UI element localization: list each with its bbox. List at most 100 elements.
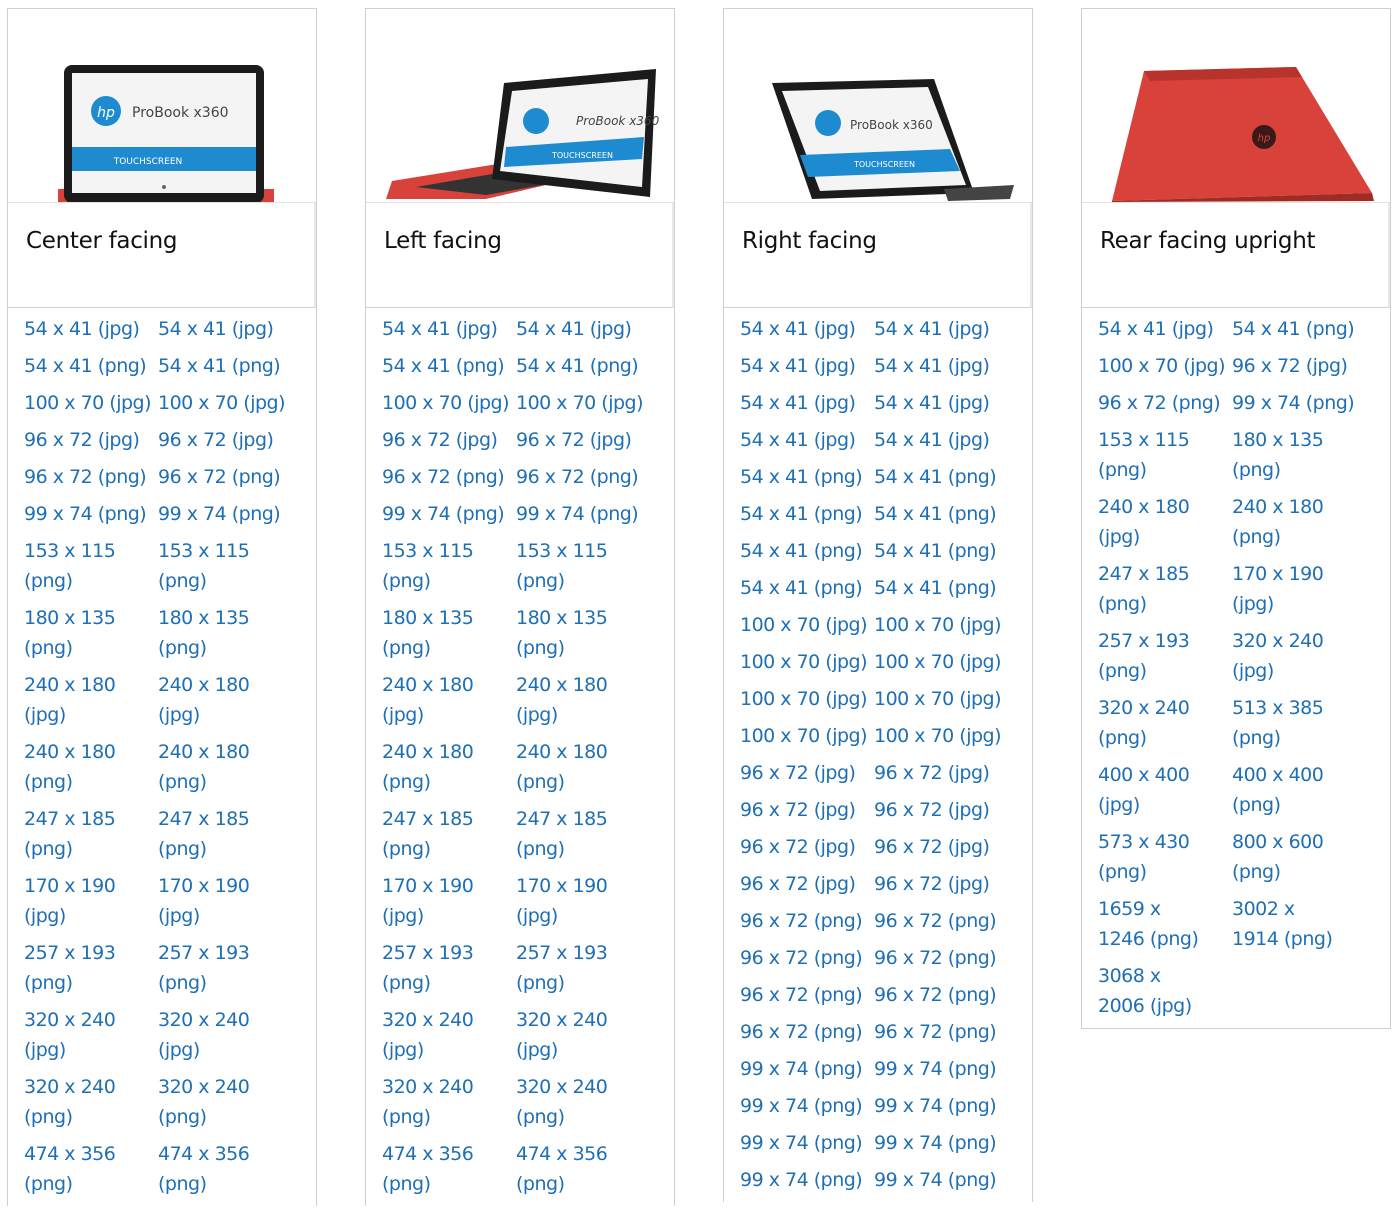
image-download-link[interactable]: 170 x 190 (jpg) (382, 871, 516, 931)
image-download-link[interactable]: 474 x 356 (png) (382, 1139, 516, 1199)
image-download-link[interactable]: 54 x 41 (png) (1232, 314, 1366, 344)
image-download-link[interactable]: 99 x 74 (png) (874, 1091, 1008, 1121)
image-download-link[interactable]: 320 x 240 (png) (382, 1072, 516, 1132)
image-download-link[interactable]: 54 x 41 (png) (740, 536, 874, 566)
image-download-link[interactable]: 54 x 41 (png) (874, 462, 1008, 492)
image-download-link[interactable]: 180 x 135 (png) (382, 603, 516, 663)
image-download-link[interactable]: 240 x 180 (jpg) (24, 670, 158, 730)
image-download-link[interactable]: 54 x 41 (jpg) (874, 425, 1008, 455)
image-download-link[interactable]: 54 x 41 (png) (740, 462, 874, 492)
image-download-link[interactable]: 573 x 430 (png) (1098, 827, 1232, 887)
image-download-link[interactable]: 54 x 41 (png) (874, 573, 1008, 603)
image-download-link[interactable]: 257 x 193 (png) (158, 938, 292, 998)
image-download-link[interactable]: 100 x 70 (jpg) (1098, 351, 1232, 381)
image-download-link[interactable]: 96 x 72 (png) (1098, 388, 1232, 418)
image-download-link[interactable]: 96 x 72 (png) (740, 943, 874, 973)
image-download-link[interactable]: 96 x 72 (jpg) (874, 758, 1008, 788)
image-download-link[interactable]: 320 x 240 (png) (516, 1072, 650, 1132)
image-download-link[interactable]: 170 x 190 (jpg) (516, 871, 650, 931)
image-download-link[interactable]: 320 x 240 (jpg) (516, 1005, 650, 1065)
image-download-link[interactable]: 257 x 193 (png) (516, 938, 650, 998)
image-download-link[interactable]: 180 x 135 (png) (516, 603, 650, 663)
image-download-link[interactable]: 96 x 72 (png) (874, 906, 1008, 936)
image-download-link[interactable]: 170 x 190 (jpg) (1232, 559, 1366, 619)
image-download-link[interactable]: 54 x 41 (png) (740, 499, 874, 529)
image-download-link[interactable]: 54 x 41 (jpg) (740, 388, 874, 418)
image-download-link[interactable]: 474 x 356 (png) (516, 1139, 650, 1199)
image-download-link[interactable]: 96 x 72 (jpg) (740, 758, 874, 788)
image-download-link[interactable]: 240 x 180 (jpg) (1098, 492, 1232, 552)
image-download-link[interactable]: 96 x 72 (png) (740, 906, 874, 936)
image-download-link[interactable]: 100 x 70 (jpg) (874, 647, 1008, 677)
image-download-link[interactable]: 54 x 41 (jpg) (740, 314, 874, 344)
image-download-link[interactable]: 180 x 135 (png) (24, 603, 158, 663)
image-download-link[interactable]: 320 x 240 (jpg) (24, 1005, 158, 1065)
image-download-link[interactable]: 3068 x 2006 (jpg) (1098, 961, 1232, 1021)
image-download-link[interactable]: 180 x 135 (png) (158, 603, 292, 663)
image-download-link[interactable]: 153 x 115 (png) (382, 536, 516, 596)
image-download-link[interactable]: 99 x 74 (png) (740, 1165, 874, 1195)
product-image-left[interactable]: ProBook x360 TOUCHSCREEN (366, 9, 674, 203)
image-download-link[interactable]: 54 x 41 (png) (874, 499, 1008, 529)
image-download-link[interactable]: 100 x 70 (jpg) (874, 721, 1008, 751)
image-download-link[interactable]: 180 x 135 (png) (1232, 425, 1366, 485)
image-download-link[interactable]: 320 x 240 (jpg) (158, 1005, 292, 1065)
image-download-link[interactable]: 100 x 70 (jpg) (740, 684, 874, 714)
image-download-link[interactable]: 99 x 74 (png) (158, 499, 292, 529)
image-download-link[interactable]: 474 x 356 (png) (24, 1139, 158, 1199)
image-download-link[interactable]: 100 x 70 (jpg) (740, 721, 874, 751)
image-download-link[interactable]: 257 x 193 (png) (382, 938, 516, 998)
image-download-link[interactable]: 240 x 180 (png) (24, 737, 158, 797)
image-download-link[interactable]: 54 x 41 (jpg) (740, 351, 874, 381)
image-download-link[interactable]: 99 x 74 (png) (516, 499, 650, 529)
image-download-link[interactable]: 513 x 385 (png) (1232, 693, 1366, 753)
image-download-link[interactable]: 96 x 72 (png) (158, 462, 292, 492)
image-download-link[interactable]: 240 x 180 (jpg) (516, 670, 650, 730)
image-download-link[interactable]: 54 x 41 (jpg) (382, 314, 516, 344)
image-download-link[interactable]: 96 x 72 (jpg) (874, 832, 1008, 862)
product-image-right[interactable]: ProBook x360 TOUCHSCREEN (724, 9, 1032, 203)
image-download-link[interactable]: 54 x 41 (jpg) (158, 314, 292, 344)
image-download-link[interactable]: 320 x 240 (jpg) (382, 1005, 516, 1065)
image-download-link[interactable]: 96 x 72 (jpg) (874, 795, 1008, 825)
image-download-link[interactable]: 54 x 41 (png) (382, 351, 516, 381)
image-download-link[interactable]: 96 x 72 (jpg) (740, 795, 874, 825)
image-download-link[interactable]: 99 x 74 (png) (740, 1091, 874, 1121)
image-download-link[interactable]: 100 x 70 (jpg) (874, 684, 1008, 714)
image-download-link[interactable]: 240 x 180 (jpg) (158, 670, 292, 730)
image-download-link[interactable]: 153 x 115 (png) (516, 536, 650, 596)
image-download-link[interactable]: 100 x 70 (jpg) (24, 388, 158, 418)
image-download-link[interactable]: 240 x 180 (png) (158, 737, 292, 797)
image-download-link[interactable]: 100 x 70 (jpg) (158, 388, 292, 418)
image-download-link[interactable]: 54 x 41 (png) (516, 351, 650, 381)
image-download-link[interactable]: 170 x 190 (jpg) (24, 871, 158, 931)
image-download-link[interactable]: 100 x 70 (jpg) (516, 388, 650, 418)
image-download-link[interactable]: 96 x 72 (jpg) (158, 425, 292, 455)
image-download-link[interactable]: 99 x 74 (png) (874, 1128, 1008, 1158)
image-download-link[interactable]: 54 x 41 (jpg) (516, 314, 650, 344)
image-download-link[interactable]: 100 x 70 (jpg) (382, 388, 516, 418)
image-download-link[interactable]: 54 x 41 (jpg) (874, 351, 1008, 381)
image-download-link[interactable]: 54 x 41 (jpg) (874, 388, 1008, 418)
image-download-link[interactable]: 96 x 72 (png) (740, 1017, 874, 1047)
image-download-link[interactable]: 240 x 180 (png) (516, 737, 650, 797)
image-download-link[interactable]: 247 x 185 (png) (24, 804, 158, 864)
image-download-link[interactable]: 320 x 240 (png) (24, 1072, 158, 1132)
image-download-link[interactable]: 99 x 74 (png) (740, 1128, 874, 1158)
image-download-link[interactable]: 54 x 41 (jpg) (1098, 314, 1232, 344)
image-download-link[interactable]: 99 x 74 (png) (24, 499, 158, 529)
image-download-link[interactable]: 474 x 356 (png) (158, 1139, 292, 1199)
image-download-link[interactable]: 96 x 72 (jpg) (740, 869, 874, 899)
image-download-link[interactable]: 100 x 70 (jpg) (740, 610, 874, 640)
image-download-link[interactable]: 54 x 41 (png) (158, 351, 292, 381)
image-download-link[interactable]: 3002 x 1914 (png) (1232, 894, 1366, 954)
image-download-link[interactable]: 153 x 115 (png) (24, 536, 158, 596)
image-download-link[interactable]: 320 x 240 (jpg) (1232, 626, 1366, 686)
image-download-link[interactable]: 240 x 180 (png) (382, 737, 516, 797)
image-download-link[interactable]: 400 x 400 (png) (1232, 760, 1366, 820)
image-download-link[interactable]: 170 x 190 (jpg) (158, 871, 292, 931)
image-download-link[interactable]: 54 x 41 (jpg) (740, 425, 874, 455)
image-download-link[interactable]: 96 x 72 (png) (382, 462, 516, 492)
image-download-link[interactable]: 96 x 72 (jpg) (740, 832, 874, 862)
image-download-link[interactable]: 54 x 41 (jpg) (874, 314, 1008, 344)
